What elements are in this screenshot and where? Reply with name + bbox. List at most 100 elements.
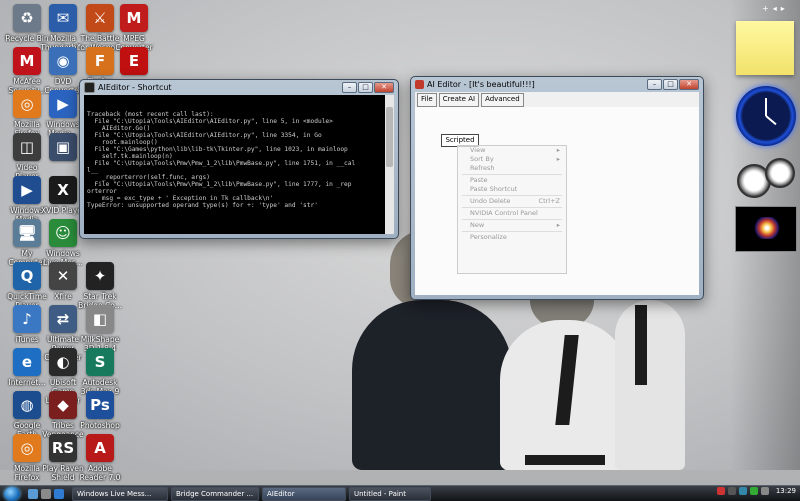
- app-icon: RS: [49, 434, 77, 462]
- app-icon: M: [120, 4, 148, 32]
- minimize-button[interactable]: –: [647, 78, 662, 90]
- app-icon: ◆: [49, 391, 77, 419]
- slideshow-gadget[interactable]: [735, 206, 797, 252]
- console-line: Traceback (most recent call last):: [87, 111, 214, 118]
- app-icon: A: [86, 434, 114, 462]
- ghost-context-menu: View ▸ Sort By ▸ Refresh Paste Paste Shortcut U…: [457, 145, 567, 274]
- taskbar-clock[interactable]: 13:29: [776, 487, 796, 495]
- context-menu-label: View: [470, 146, 486, 154]
- console-scrollbar[interactable]: [385, 95, 394, 234]
- quick-launch: [28, 488, 64, 499]
- maximize-button[interactable]: □: [663, 78, 678, 90]
- switch-windows-icon[interactable]: [41, 488, 51, 499]
- app-icon: Q: [13, 262, 41, 290]
- app-icon: S: [86, 348, 114, 376]
- desktop-icon[interactable]: ◧MilkShape 3D 1.8.4: [77, 305, 123, 353]
- desktop-icon[interactable]: MMPEG Converter: [111, 4, 157, 52]
- desktop-icon[interactable]: E: [111, 47, 157, 77]
- desktop-icon-label: Adobe Reader 7.0: [79, 464, 121, 482]
- ai-editor-client: File Create AI Advanced Scripted View ▸ So…: [415, 92, 699, 295]
- app-icon: Ps: [86, 391, 114, 419]
- context-menu-item: Paste Shortcut: [458, 185, 566, 194]
- internet-explorer-icon[interactable]: [54, 488, 64, 499]
- context-menu-item: Paste: [458, 176, 566, 185]
- context-menu-label: New: [470, 221, 485, 229]
- taskbar: Windows Live Mess... Bridge Commander ...…: [0, 485, 800, 501]
- menu-separator: [462, 174, 562, 175]
- ai-editor-titlebar[interactable]: AI Editor - [It's beautiful!!!] – □ ✕: [411, 77, 703, 91]
- notes-gadget[interactable]: [736, 21, 794, 75]
- app-icon: ♻: [13, 4, 41, 32]
- console-line: _reporterror(self.func, args): [87, 174, 210, 181]
- context-menu-shortcut: ▸: [556, 146, 560, 154]
- context-menu-item: View ▸: [458, 146, 566, 155]
- app-icon: ◐: [49, 348, 77, 376]
- app-icon: ◫: [13, 133, 41, 161]
- app-icon: X: [49, 176, 77, 204]
- start-button[interactable]: [4, 486, 20, 501]
- ai-canvas[interactable]: Scripted View ▸ Sort By ▸ Refresh Paste Paste …: [415, 107, 699, 295]
- taskbar-button[interactable]: Untitled - Paint: [349, 486, 431, 501]
- ai-editor-window[interactable]: AI Editor - [It's beautiful!!!] – □ ✕ Fi…: [410, 76, 704, 300]
- previous-icon[interactable]: ◂: [773, 4, 777, 13]
- volume-icon[interactable]: [760, 487, 769, 495]
- clock-gadget[interactable]: [736, 86, 796, 146]
- console-output: Traceback (most recent call last): File …: [84, 95, 394, 234]
- console-titlebar[interactable]: AIEditor - Shortcut – □ ✕: [80, 80, 398, 94]
- console-window[interactable]: AIEditor - Shortcut – □ ✕ Traceback (mos…: [79, 79, 399, 239]
- context-menu-label: Sort By: [470, 155, 494, 163]
- app-icon: ✕: [49, 262, 77, 290]
- show-desktop-icon[interactable]: [28, 488, 38, 499]
- memory-gauge: [765, 158, 795, 188]
- wallpaper-person-3: [615, 300, 685, 470]
- menu-separator: [462, 219, 562, 220]
- context-menu-label: NVIDIA Control Panel: [470, 209, 538, 217]
- console-line: File "C:\Utopia\Tools\Pmw\Pmw_1_2\lib\Pm…: [87, 160, 356, 167]
- app-icon: ▶: [13, 176, 41, 204]
- tray-icon[interactable]: [738, 487, 747, 495]
- context-menu-shortcut: ▸: [556, 221, 560, 229]
- close-button[interactable]: ✕: [679, 78, 699, 90]
- app-icon: e: [13, 348, 41, 376]
- maximize-button[interactable]: □: [358, 81, 373, 93]
- context-menu-item: Refresh: [458, 164, 566, 173]
- app-icon: ☺: [49, 219, 77, 247]
- next-icon[interactable]: ▸: [781, 4, 785, 13]
- menu-create-ai[interactable]: Create AI: [438, 93, 480, 107]
- tray-icon[interactable]: [727, 487, 736, 495]
- console-line: File "C:\Utopia\Tools\AIEditor\AIEditor.…: [87, 118, 333, 125]
- context-menu-shortcut: ▸: [556, 155, 560, 163]
- desktop-icon-label: Photoshop: [80, 421, 120, 430]
- app-icon: E: [120, 47, 148, 75]
- wallpaper-person-1: [352, 300, 512, 470]
- desktop-icon[interactable]: A Adobe Reader 7.0: [77, 434, 123, 482]
- sidebar-controls: + ◂ ▸: [762, 4, 785, 13]
- desktop-icon[interactable]: Ps Photoshop: [77, 391, 123, 430]
- minimize-button[interactable]: –: [342, 81, 357, 93]
- console-line: l__: [87, 167, 99, 174]
- context-menu-label: Paste: [470, 176, 488, 184]
- taskbar-button[interactable]: Bridge Commander ...: [171, 486, 259, 501]
- taskbar-button[interactable]: AIEditor: [262, 486, 346, 501]
- app-icon: ▣: [49, 133, 77, 161]
- ai-editor-title: AI Editor - [It's beautiful!!!]: [427, 79, 535, 89]
- context-menu-item: Sort By ▸: [458, 155, 566, 164]
- app-icon: ✉: [49, 4, 77, 32]
- desktop-icon[interactable]: ✦Star Trek Bridge Co...: [77, 262, 123, 310]
- app-icon: ◉: [49, 47, 77, 75]
- add-gadget-icon[interactable]: +: [762, 4, 769, 13]
- menu-advanced[interactable]: Advanced: [481, 93, 524, 107]
- tray-icon[interactable]: [716, 487, 725, 495]
- console-title: AIEditor - Shortcut: [98, 82, 172, 92]
- tray-icon[interactable]: [749, 487, 758, 495]
- app-icon: ♪: [13, 305, 41, 333]
- app-icon: ◎: [13, 434, 41, 462]
- cpu-meter-gadget[interactable]: [735, 158, 795, 198]
- context-menu-label: Paste Shortcut: [470, 185, 518, 193]
- menu-separator: [462, 231, 562, 232]
- app-icon: ◧: [86, 305, 114, 333]
- menu-file[interactable]: File: [417, 93, 437, 107]
- close-button[interactable]: ✕: [374, 81, 394, 93]
- context-menu-item: Personalize: [458, 233, 566, 242]
- taskbar-button[interactable]: Windows Live Mess...: [72, 486, 168, 501]
